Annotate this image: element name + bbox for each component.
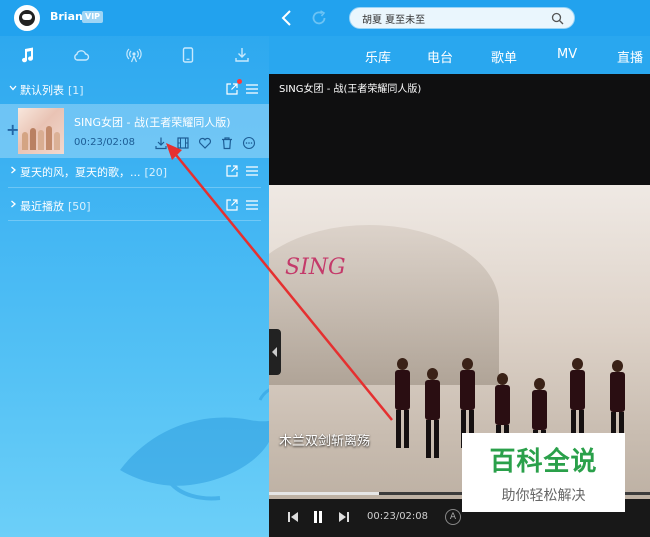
watermark-title: 百科全说	[489, 447, 598, 477]
watermark-subtitle: 助你轻松解决	[501, 488, 586, 504]
tab-device[interactable]	[161, 36, 215, 74]
avatar[interactable]	[14, 5, 40, 31]
tab-music[interactable]	[0, 36, 54, 74]
progress-fill	[269, 492, 380, 495]
search-box[interactable]	[349, 7, 575, 29]
share-icon[interactable]	[225, 82, 239, 96]
playback-time: 00:23/02:08	[367, 511, 429, 522]
download-icon	[235, 48, 249, 62]
radio-icon	[126, 48, 143, 63]
song-row[interactable]: + SING女团 - 战(王者荣耀同人版) 00:23/02:08	[0, 104, 269, 158]
next-icon[interactable]	[336, 509, 352, 525]
device-icon	[183, 47, 194, 63]
song-actions	[154, 136, 256, 150]
share-icon[interactable]	[225, 164, 239, 178]
dancer-figure	[424, 368, 440, 458]
vip-badge: VIP	[82, 11, 104, 23]
dancer-figure	[394, 358, 410, 448]
chevron-right-icon[interactable]	[8, 165, 18, 175]
refresh-icon[interactable]	[309, 8, 329, 28]
back-arrow-icon[interactable]	[277, 8, 297, 28]
mv-film-icon[interactable]	[176, 136, 190, 150]
playlist-name: 夏天的风，夏天的歌，...	[20, 166, 141, 179]
tab-cloud[interactable]	[54, 36, 108, 74]
sidebar: Brian VIP 默认列表 [1] + SING女团 - 战(王者荣耀同人版)…	[0, 0, 269, 537]
heart-icon[interactable]	[198, 136, 212, 150]
download-icon[interactable]	[154, 136, 168, 150]
nav-radio[interactable]: 电台	[427, 47, 453, 66]
divider	[8, 187, 261, 188]
playlist-default[interactable]: 默认列表 [1]	[0, 74, 269, 104]
cloud-icon	[73, 50, 89, 61]
menu-icon[interactable]	[245, 83, 259, 95]
tab-download[interactable]	[215, 36, 269, 74]
chevron-right-icon[interactable]	[8, 199, 18, 209]
more-icon[interactable]	[242, 136, 256, 150]
pause-icon[interactable]	[310, 509, 326, 525]
lyric-toggle-button[interactable]: A	[445, 509, 461, 525]
playlist-name: 默认列表	[20, 84, 64, 97]
collapse-handle[interactable]	[269, 329, 281, 375]
share-icon[interactable]	[225, 198, 239, 212]
nav-playlists[interactable]: 歌单	[491, 47, 517, 66]
playlist-count: [20]	[144, 166, 168, 179]
previous-icon[interactable]	[285, 509, 301, 525]
song-time: 00:23/02:08	[74, 137, 136, 148]
nav-live[interactable]: 直播	[617, 47, 643, 66]
tab-radio[interactable]	[108, 36, 162, 74]
top-bar	[269, 0, 650, 36]
sidebar-tabs	[0, 36, 269, 74]
music-note-icon	[21, 47, 33, 63]
nav-library[interactable]: 乐库	[365, 47, 391, 66]
watermark: 百科全说 助你轻松解决	[462, 433, 625, 512]
user-bar: Brian VIP	[0, 0, 269, 36]
search-input[interactable]	[362, 11, 542, 25]
search-icon[interactable]	[551, 12, 564, 25]
playlist-count: [50]	[68, 200, 91, 213]
song-title[interactable]: SING女团 - 战(王者荣耀同人版)	[74, 114, 231, 130]
playlist-summer[interactable]: 夏天的风，夏天的歌，... [20]	[0, 156, 269, 186]
whale-background-illustration	[120, 388, 269, 501]
divider	[8, 220, 261, 221]
nav-mv[interactable]: MV	[557, 47, 577, 62]
username[interactable]: Brian	[50, 10, 83, 23]
playlist-recent[interactable]: 最近播放 [50]	[0, 190, 269, 220]
menu-icon[interactable]	[245, 199, 259, 211]
lyric-line: 木兰双剑斩离殇	[279, 434, 371, 449]
menu-icon[interactable]	[245, 165, 259, 177]
playlist-count: [1]	[68, 84, 84, 97]
video-logo: SING	[285, 255, 346, 280]
playlist-name: 最近播放	[20, 200, 64, 213]
player-title: SING女团 - 战(王者荣耀同人版)	[279, 84, 422, 95]
trash-icon[interactable]	[220, 136, 234, 150]
album-cover[interactable]	[18, 108, 64, 154]
main-nav: 乐库 电台 歌单 MV 直播	[269, 36, 650, 74]
chevron-down-icon[interactable]	[8, 83, 18, 93]
